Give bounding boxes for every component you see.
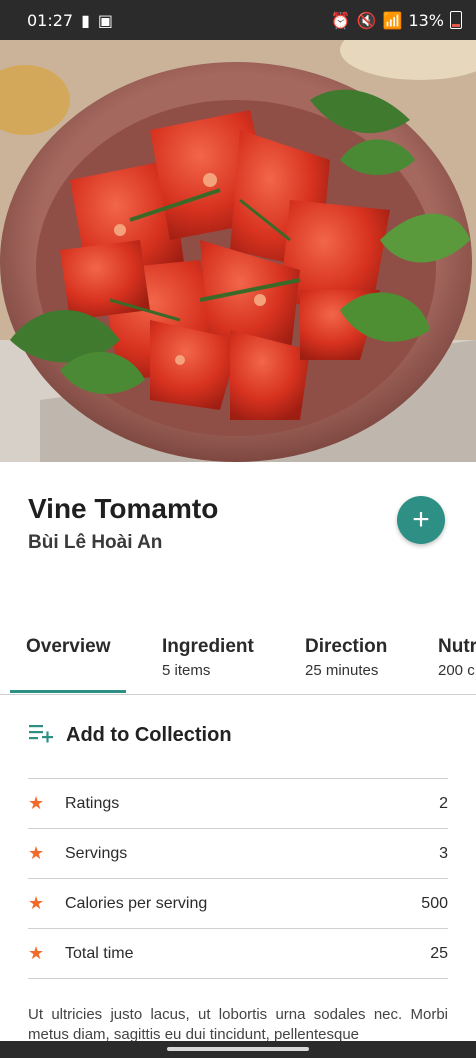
tab-label: Nutr bbox=[438, 636, 476, 657]
tab-sublabel: 200 c bbox=[438, 662, 475, 679]
plus-icon: + bbox=[412, 503, 430, 536]
stat-label: Calories per serving bbox=[65, 894, 208, 912]
alarm-icon: ⏰ bbox=[330, 10, 351, 30]
tab-sublabel: 5 items bbox=[162, 662, 211, 679]
tab-ingredient[interactable]: Ingredient 5 items bbox=[162, 636, 254, 679]
stat-label: Total time bbox=[65, 944, 134, 962]
tab-sublabel: 25 minutes bbox=[305, 662, 379, 679]
tab-label: Overview bbox=[26, 636, 111, 657]
add-to-collection-button[interactable]: Add to Collection bbox=[28, 722, 232, 749]
battery-percent: 13% bbox=[408, 10, 444, 30]
tab-indicator bbox=[10, 690, 126, 693]
stat-row-servings: ★ Servings 3 bbox=[28, 828, 448, 878]
tab-label: Direction bbox=[305, 636, 388, 657]
recipe-author: Bùi Lê Hoài An bbox=[28, 532, 163, 553]
battery-icon bbox=[450, 11, 462, 29]
stat-label: Ratings bbox=[65, 794, 120, 812]
status-bar: 01:27 ▮ ▣ ⏰ 🔇 📶 13% bbox=[0, 0, 476, 40]
tab-overview[interactable]: Overview bbox=[26, 636, 111, 658]
battery-saver-icon: ▮ bbox=[81, 10, 90, 30]
status-time: 01:27 bbox=[27, 10, 74, 30]
tab-nutrition[interactable]: Nutr 200 c bbox=[438, 636, 476, 679]
mute-icon: 🔇 bbox=[356, 10, 377, 30]
stat-row-ratings: ★ Ratings 2 bbox=[28, 778, 448, 828]
tab-direction[interactable]: Direction 25 minutes bbox=[305, 636, 387, 679]
stat-label: Servings bbox=[65, 844, 128, 862]
recipe-image bbox=[0, 40, 476, 462]
playlist-add-icon bbox=[28, 722, 54, 749]
star-icon: ★ bbox=[28, 843, 45, 863]
recipe-title: Vine Tomamto bbox=[28, 493, 219, 524]
add-to-collection-label: Add to Collection bbox=[66, 724, 232, 746]
stat-value: 3 bbox=[439, 844, 448, 862]
stat-row-total-time: ★ Total time 25 bbox=[28, 928, 448, 979]
add-fab-button[interactable]: + bbox=[397, 496, 445, 544]
stat-row-calories: ★ Calories per serving 500 bbox=[28, 878, 448, 928]
star-icon: ★ bbox=[28, 793, 45, 813]
navigation-bar bbox=[0, 1041, 476, 1058]
star-icon: ★ bbox=[28, 943, 45, 963]
recipe-description: Ut ultricies justo lacus, ut lobortis ur… bbox=[28, 1006, 448, 1043]
home-gesture-handle[interactable] bbox=[167, 1047, 309, 1051]
gallery-icon: ▣ bbox=[97, 10, 114, 30]
star-icon: ★ bbox=[28, 893, 45, 913]
stat-value: 2 bbox=[439, 794, 448, 812]
stat-value: 500 bbox=[421, 894, 448, 912]
stat-value: 25 bbox=[430, 944, 448, 962]
recipe-stats: ★ Ratings 2 ★ Servings 3 ★ Calories per … bbox=[28, 778, 448, 979]
tab-label: Ingredient bbox=[162, 636, 254, 657]
tab-bar: Overview Ingredient 5 items Direction 25… bbox=[0, 628, 476, 695]
wifi-icon: 📶 bbox=[382, 10, 403, 30]
